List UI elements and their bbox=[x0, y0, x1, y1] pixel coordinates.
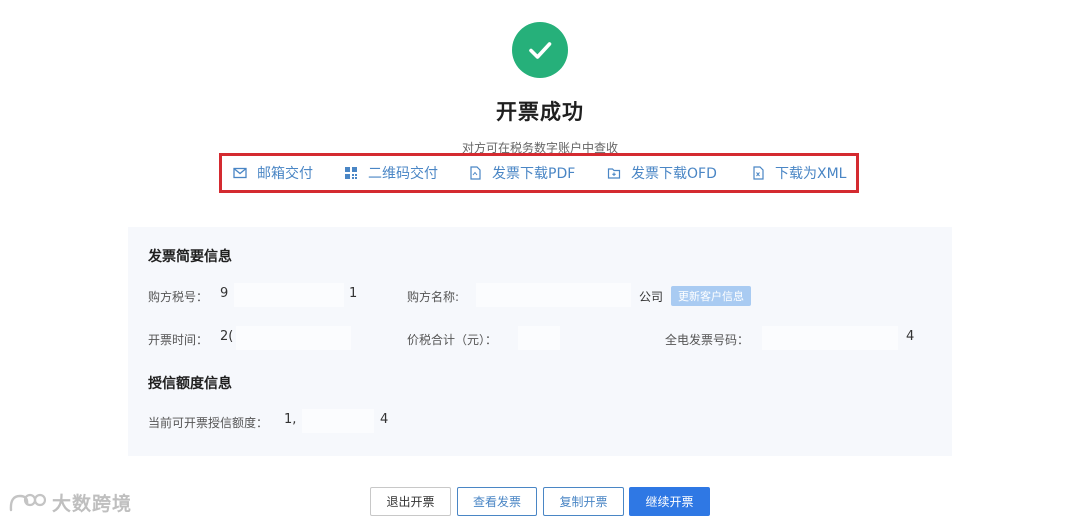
download-xml-label: 下载为XML bbox=[775, 166, 847, 182]
download-ofd-label: 发票下载OFD bbox=[631, 166, 717, 182]
success-check-icon bbox=[512, 22, 568, 78]
credit-info-title: 授信额度信息 bbox=[148, 376, 232, 392]
total-with-tax-label: 价税合计（元）： bbox=[407, 333, 498, 347]
download-ofd-link[interactable]: 发票下载OFD bbox=[607, 156, 717, 190]
pdf-file-icon bbox=[468, 166, 482, 180]
invoice-summary-title: 发票简要信息 bbox=[148, 249, 232, 265]
buyer-tax-id-value-start: 9 bbox=[220, 286, 229, 301]
redacted-area bbox=[236, 326, 351, 350]
watermark-logo-icon bbox=[8, 490, 46, 516]
xml-file-icon bbox=[751, 166, 765, 180]
exit-invoicing-button[interactable]: 退出开票 bbox=[370, 487, 451, 516]
buyer-name-value-end: 公司 bbox=[639, 290, 664, 304]
email-delivery-label: 邮箱交付 bbox=[257, 166, 313, 182]
redacted-area bbox=[476, 283, 631, 307]
continue-invoicing-button[interactable]: 继续开票 bbox=[629, 487, 710, 516]
download-pdf-link[interactable]: 发票下载PDF bbox=[468, 156, 575, 190]
credit-limit-value-end: 4 bbox=[380, 412, 389, 427]
download-pdf-label: 发票下载PDF bbox=[492, 166, 576, 182]
qrcode-delivery-label: 二维码交付 bbox=[368, 166, 438, 182]
credit-limit-label: 当前可开票授信额度： bbox=[148, 416, 269, 430]
invoice-number-value-end: 4 bbox=[906, 329, 915, 344]
redacted-area bbox=[762, 326, 898, 350]
download-xml-link[interactable]: 下载为XML bbox=[751, 156, 846, 190]
issue-time-label: 开票时间： bbox=[148, 333, 209, 347]
qrcode-icon bbox=[344, 166, 358, 180]
redacted-area bbox=[234, 283, 344, 307]
watermark-text: 大数跨境 bbox=[52, 493, 133, 515]
update-customer-info-button[interactable]: 更新客户信息 bbox=[671, 286, 751, 306]
qrcode-delivery-link[interactable]: 二维码交付 bbox=[344, 156, 438, 190]
buyer-name-label: 购方名称: bbox=[407, 290, 460, 304]
buyer-tax-id-label: 购方税号： bbox=[148, 290, 209, 304]
ofd-file-icon bbox=[607, 166, 621, 180]
buyer-tax-id-value-end: 1 bbox=[349, 286, 358, 301]
invoice-number-label: 全电发票号码： bbox=[665, 333, 750, 347]
redacted-area bbox=[302, 409, 374, 433]
issue-time-value-start: 2( bbox=[220, 329, 234, 344]
watermark: 大数跨境 bbox=[8, 489, 132, 516]
redacted-area bbox=[518, 326, 560, 350]
page-title: 开票成功 bbox=[496, 100, 584, 124]
email-delivery-link[interactable]: 邮箱交付 bbox=[233, 156, 313, 190]
copy-invoice-button[interactable]: 复制开票 bbox=[543, 487, 624, 516]
credit-limit-value-start: 1, bbox=[284, 412, 297, 427]
view-invoice-button[interactable]: 查看发票 bbox=[457, 487, 537, 516]
mail-icon bbox=[233, 166, 247, 180]
delivery-options-highlight: 邮箱交付 二维码交付 发票下载PDF 发票下载OFD 下载为XML bbox=[219, 153, 859, 193]
